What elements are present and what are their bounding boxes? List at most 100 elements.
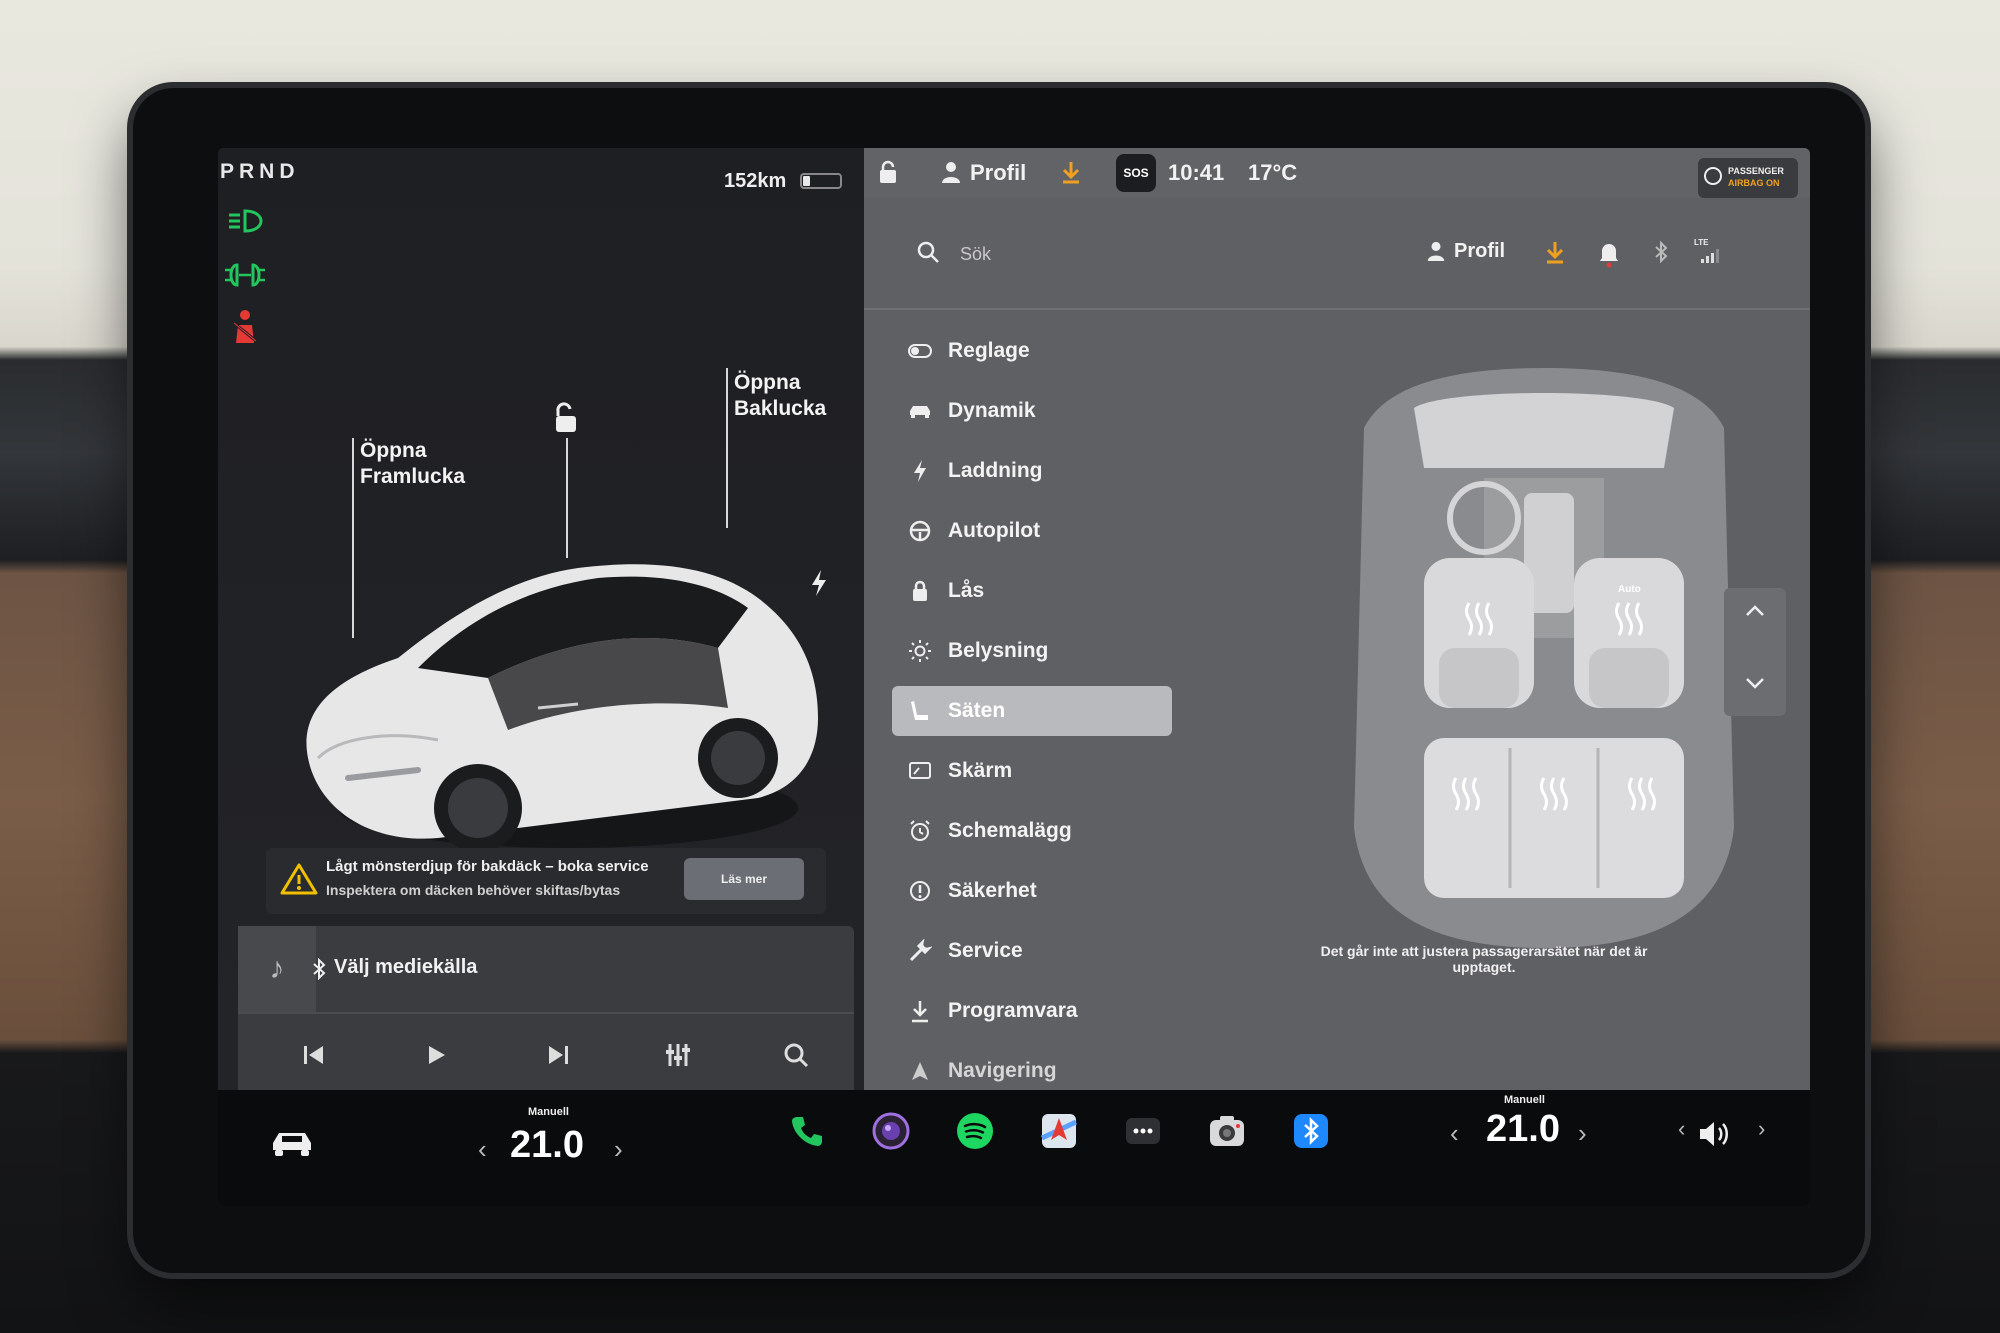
vehicle-pane: PRND 152km Öppna Framlucka Öppna Bakluck… bbox=[218, 148, 864, 1096]
open-frunk-button[interactable]: Öppna Framlucka bbox=[360, 438, 465, 490]
seat-diagram bbox=[1354, 368, 1734, 948]
software-update-icon[interactable] bbox=[1060, 160, 1082, 189]
lte-label: LTE bbox=[1694, 238, 1709, 247]
menu-item-belysning[interactable]: Belysning bbox=[892, 626, 1172, 676]
camera-lens-icon[interactable] bbox=[864, 1104, 918, 1158]
dashcam-icon[interactable] bbox=[1200, 1104, 1254, 1158]
music-note-icon: ♪ bbox=[238, 926, 316, 1012]
bottom-bar: ‹ Manuell 21.0 › ‹ Manuell 21.0 › ‹ › bbox=[218, 1090, 1810, 1206]
media-source-row[interactable]: ♪ Välj mediekälla bbox=[238, 926, 854, 1014]
menu-item-navigering[interactable]: Navigering bbox=[892, 1046, 1172, 1096]
auto-heat-label: Auto bbox=[1618, 584, 1641, 595]
maps-icon[interactable] bbox=[1032, 1104, 1086, 1158]
more-apps-icon[interactable] bbox=[1116, 1104, 1170, 1158]
passenger-airbag-indicator: PASSENGER AIRBAG ON bbox=[1698, 158, 1798, 198]
menu-label: Dynamik bbox=[948, 399, 1036, 422]
driver-temp[interactable]: 21.0 bbox=[510, 1124, 584, 1167]
sos-button[interactable]: SOS bbox=[1116, 154, 1156, 192]
menu-label: Schemalägg bbox=[948, 819, 1072, 842]
notification-bell-icon[interactable] bbox=[1598, 240, 1620, 273]
driver-temp-up[interactable]: › bbox=[614, 1134, 623, 1165]
menu-item-sakerhet[interactable]: Säkerhet bbox=[892, 866, 1172, 916]
open-trunk-button[interactable]: Öppna Baklucka bbox=[734, 370, 826, 422]
menu-item-las[interactable]: Lås bbox=[892, 566, 1172, 616]
airbag-line2: AIRBAG ON bbox=[1728, 178, 1780, 188]
menu-label: Säten bbox=[948, 699, 1006, 722]
play-button[interactable] bbox=[406, 1030, 466, 1080]
download-icon bbox=[892, 999, 948, 1023]
menu-label: Autopilot bbox=[948, 519, 1041, 542]
search-magnifier-icon[interactable] bbox=[916, 240, 940, 269]
profile-icon[interactable] bbox=[940, 160, 962, 189]
menu-label: Programvara bbox=[948, 999, 1078, 1022]
passenger-temp[interactable]: 21.0 bbox=[1486, 1108, 1560, 1151]
menu-item-dynamik[interactable]: Dynamik bbox=[892, 386, 1172, 436]
menu-item-reglage[interactable]: Reglage bbox=[892, 326, 1172, 376]
display-icon bbox=[892, 761, 948, 781]
spotify-icon[interactable] bbox=[948, 1104, 1002, 1158]
bolt-icon bbox=[892, 459, 948, 483]
tire-alert: Lågt mönsterdjup för bakdäck – boka serv… bbox=[266, 848, 826, 914]
menu-label: Lås bbox=[948, 579, 985, 602]
menu-item-laddning[interactable]: Laddning bbox=[892, 446, 1172, 496]
passenger-temp-up[interactable]: › bbox=[1578, 1118, 1587, 1149]
volume-up[interactable]: › bbox=[1758, 1116, 1765, 1142]
search-icon[interactable] bbox=[766, 1030, 826, 1080]
info-icon bbox=[892, 879, 948, 903]
media-player: ♪ Välj mediekälla bbox=[238, 926, 854, 1096]
car-menu-icon[interactable] bbox=[270, 1128, 314, 1163]
open-frunk-line1: Öppna bbox=[360, 439, 427, 462]
signal-strength-icon bbox=[1700, 248, 1720, 269]
car-icon bbox=[892, 403, 948, 419]
media-source-label: Välj mediekälla bbox=[334, 956, 478, 978]
open-trunk-line1: Öppna bbox=[734, 371, 801, 394]
next-track-button[interactable] bbox=[528, 1030, 588, 1080]
volume-icon[interactable] bbox=[1698, 1120, 1734, 1153]
profile-header-icon[interactable] bbox=[1426, 240, 1446, 267]
lock-icon bbox=[892, 579, 948, 603]
menu-item-service[interactable]: Service bbox=[892, 926, 1172, 976]
gear-indicator: PRND bbox=[220, 160, 300, 183]
touchscreen: PRND 152km Öppna Framlucka Öppna Bakluck… bbox=[218, 148, 1810, 1206]
navigation-icon bbox=[892, 1060, 948, 1082]
equalizer-icon[interactable] bbox=[648, 1030, 708, 1080]
menu-item-skarm[interactable]: Skärm bbox=[892, 746, 1172, 796]
open-frunk-line2: Framlucka bbox=[360, 465, 466, 488]
chevron-down-icon[interactable] bbox=[1744, 676, 1766, 695]
passenger-temp-down[interactable]: ‹ bbox=[1450, 1118, 1459, 1149]
vehicle-render bbox=[306, 564, 818, 852]
download-header-icon[interactable] bbox=[1544, 240, 1566, 269]
phone-icon[interactable] bbox=[780, 1104, 834, 1158]
steering-wheel-icon bbox=[892, 519, 948, 543]
profile-name[interactable]: Profil bbox=[970, 160, 1026, 186]
search-input[interactable]: Sök bbox=[960, 244, 991, 265]
door-open-icon[interactable] bbox=[874, 160, 900, 191]
read-more-button[interactable]: Läs mer bbox=[684, 858, 804, 900]
seat-scroll-control bbox=[1724, 588, 1786, 716]
menu-item-autopilot[interactable]: Autopilot bbox=[892, 506, 1172, 556]
menu-item-schemalagg[interactable]: Schemalägg bbox=[892, 806, 1172, 856]
range-readout: 152km bbox=[724, 170, 787, 192]
profile-header-name[interactable]: Profil bbox=[1454, 240, 1505, 263]
battery-fill bbox=[803, 176, 810, 186]
driver-temp-down[interactable]: ‹ bbox=[478, 1134, 487, 1165]
chevron-up-icon[interactable] bbox=[1744, 604, 1766, 623]
passenger-temp-label: Manuell bbox=[1504, 1094, 1545, 1106]
volume-down[interactable]: ‹ bbox=[1678, 1116, 1685, 1142]
menu-item-saten[interactable]: Säten bbox=[892, 686, 1172, 736]
toggle-icon bbox=[892, 344, 948, 358]
airbag-icon bbox=[1704, 167, 1722, 185]
bluetooth-icon[interactable] bbox=[1284, 1104, 1338, 1158]
previous-track-button[interactable] bbox=[284, 1030, 344, 1080]
trunk-leader-line bbox=[726, 368, 728, 528]
bluetooth-status-icon[interactable] bbox=[1654, 240, 1668, 269]
menu-label: Skärm bbox=[948, 759, 1013, 782]
menu-item-programvara[interactable]: Programvara bbox=[892, 986, 1172, 1036]
sun-icon bbox=[892, 639, 948, 663]
clock: 10:41 bbox=[1168, 160, 1225, 185]
unlock-icon[interactable] bbox=[548, 402, 582, 436]
alert-subtitle: Inspektera om däcken behöver skiftas/byt… bbox=[326, 882, 621, 898]
seat-icon bbox=[892, 699, 948, 723]
wrench-icon bbox=[892, 939, 948, 963]
low-beam-icon bbox=[222, 204, 268, 238]
